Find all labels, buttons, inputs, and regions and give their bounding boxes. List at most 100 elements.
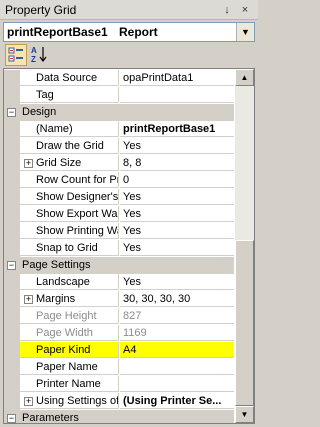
row-gutter <box>4 223 20 240</box>
property-value[interactable]: Yes <box>120 240 234 256</box>
expand-icon[interactable]: + <box>24 159 33 168</box>
property-value[interactable]: 1169 <box>120 325 234 341</box>
property-row[interactable]: + Grid Size 8, 8 <box>4 155 234 172</box>
property-row[interactable]: Printer Name <box>4 376 234 393</box>
property-name: Landscape <box>20 274 119 290</box>
categorized-button[interactable] <box>5 44 27 66</box>
row-gutter <box>4 138 20 155</box>
alphabetical-button[interactable]: A Z <box>29 44 51 66</box>
row-gutter <box>4 274 20 291</box>
property-value[interactable]: Yes <box>120 274 234 290</box>
sort-az-icon: A Z <box>31 46 47 64</box>
row-gutter <box>4 393 20 410</box>
property-name: Paper Kind <box>20 342 119 358</box>
row-gutter <box>4 359 20 376</box>
property-grid[interactable]: Data Source opaPrintData1 Tag − Design (Name)… <box>3 68 255 424</box>
scroll-up-icon[interactable]: ▲ <box>235 69 254 86</box>
row-gutter <box>4 376 20 393</box>
collapse-icon[interactable]: − <box>7 261 16 270</box>
property-row[interactable]: Show Printing Wa Yes <box>4 223 234 240</box>
property-toolbar: A Z <box>3 44 255 68</box>
property-value[interactable]: Yes <box>120 189 234 205</box>
row-gutter <box>4 240 20 257</box>
property-row[interactable]: Tag <box>4 87 234 104</box>
property-name-text: Show Export Wa <box>36 208 118 220</box>
property-name: Draw the Grid <box>20 138 119 154</box>
row-gutter <box>4 172 20 189</box>
row-gutter <box>4 325 20 342</box>
category-parameters[interactable]: − Parameters <box>4 410 234 424</box>
pin-icon[interactable]: ↓ <box>220 3 234 17</box>
chevron-down-icon[interactable]: ▼ <box>236 23 254 41</box>
property-value[interactable]: Yes <box>120 206 234 222</box>
property-value[interactable]: (Using Printer Se... <box>120 393 234 409</box>
category-label: Parameters <box>22 412 79 424</box>
property-row[interactable]: Row Count for Pr 0 <box>4 172 234 189</box>
property-value[interactable]: Yes <box>120 138 234 154</box>
property-value[interactable]: 30, 30, 30, 30 <box>120 291 234 307</box>
scroll-thumb[interactable] <box>235 240 254 406</box>
vertical-scrollbar[interactable]: ▲ ▼ <box>235 69 254 423</box>
property-row[interactable]: Landscape Yes <box>4 274 234 291</box>
property-row[interactable]: Page Width 1169 <box>4 325 234 342</box>
property-name: Tag <box>20 87 119 103</box>
expand-icon[interactable]: + <box>24 397 33 406</box>
property-name-text: Margins <box>36 293 76 305</box>
property-name: Data Source <box>20 70 119 86</box>
property-name-text: (Name) <box>36 123 73 135</box>
property-row[interactable]: Snap to Grid Yes <box>4 240 234 257</box>
property-name: Show Designer's <box>20 189 119 205</box>
property-value[interactable] <box>120 359 234 375</box>
property-row[interactable]: Paper Kind A4 <box>4 342 234 359</box>
category-label: Design <box>22 106 57 118</box>
row-gutter <box>4 189 20 206</box>
svg-text:A: A <box>31 46 37 55</box>
row-gutter <box>4 87 20 104</box>
property-row[interactable]: + Using Settings of (Using Printer Se... <box>4 393 234 410</box>
row-gutter <box>4 70 20 87</box>
expand-icon[interactable]: + <box>24 295 33 304</box>
property-name: (Name) <box>20 121 119 137</box>
property-row[interactable]: Draw the Grid Yes <box>4 138 234 155</box>
property-value[interactable] <box>120 87 234 103</box>
property-row[interactable]: Data Source opaPrintData1 <box>4 70 234 87</box>
property-row[interactable]: Show Export Wa Yes <box>4 206 234 223</box>
property-row[interactable]: Show Designer's Yes <box>4 189 234 206</box>
property-name: Printer Name <box>20 376 119 392</box>
object-selector[interactable]: printReportBase1 Report ▼ <box>3 22 255 42</box>
property-name-text: Snap to Grid <box>36 242 98 254</box>
property-name-text: Page Height <box>36 310 97 322</box>
property-row[interactable]: (Name) printReportBase1 <box>4 121 234 138</box>
scroll-down-icon[interactable]: ▼ <box>235 406 254 423</box>
property-name-text: Landscape <box>36 276 90 288</box>
property-name: Page Height <box>20 308 119 324</box>
property-value[interactable]: 827 <box>120 308 234 324</box>
property-row[interactable]: Paper Name <box>4 359 234 376</box>
property-value[interactable]: opaPrintData1 <box>120 70 234 86</box>
row-gutter <box>4 291 20 308</box>
property-row[interactable]: Page Height 827 <box>4 308 234 325</box>
collapse-icon[interactable]: − <box>7 414 16 423</box>
property-value[interactable] <box>120 376 234 392</box>
property-name: + Grid Size <box>20 155 119 171</box>
property-value[interactable]: A4 <box>120 342 234 358</box>
property-value[interactable]: Yes <box>120 223 234 239</box>
property-name-text: Paper Kind <box>36 344 91 356</box>
property-row[interactable]: + Margins 30, 30, 30, 30 <box>4 291 234 308</box>
row-gutter <box>4 342 20 359</box>
row-gutter <box>4 121 20 138</box>
property-name-text: Using Settings of <box>36 395 119 407</box>
property-value[interactable]: printReportBase1 <box>120 121 234 137</box>
category-design[interactable]: − Design <box>4 104 234 121</box>
collapse-icon[interactable]: − <box>7 108 16 117</box>
property-name-text: Tag <box>36 89 54 101</box>
property-name-text: Row Count for Pr <box>36 174 119 186</box>
category-page-settings[interactable]: − Page Settings <box>4 257 234 274</box>
property-name: Paper Name <box>20 359 119 375</box>
object-type: Report <box>119 25 158 39</box>
property-value[interactable]: 8, 8 <box>120 155 234 171</box>
property-value[interactable]: 0 <box>120 172 234 188</box>
panel-titlebar: Property Grid ↓ × <box>0 0 258 20</box>
close-icon[interactable]: × <box>238 3 252 17</box>
property-name-text: Paper Name <box>36 361 98 373</box>
